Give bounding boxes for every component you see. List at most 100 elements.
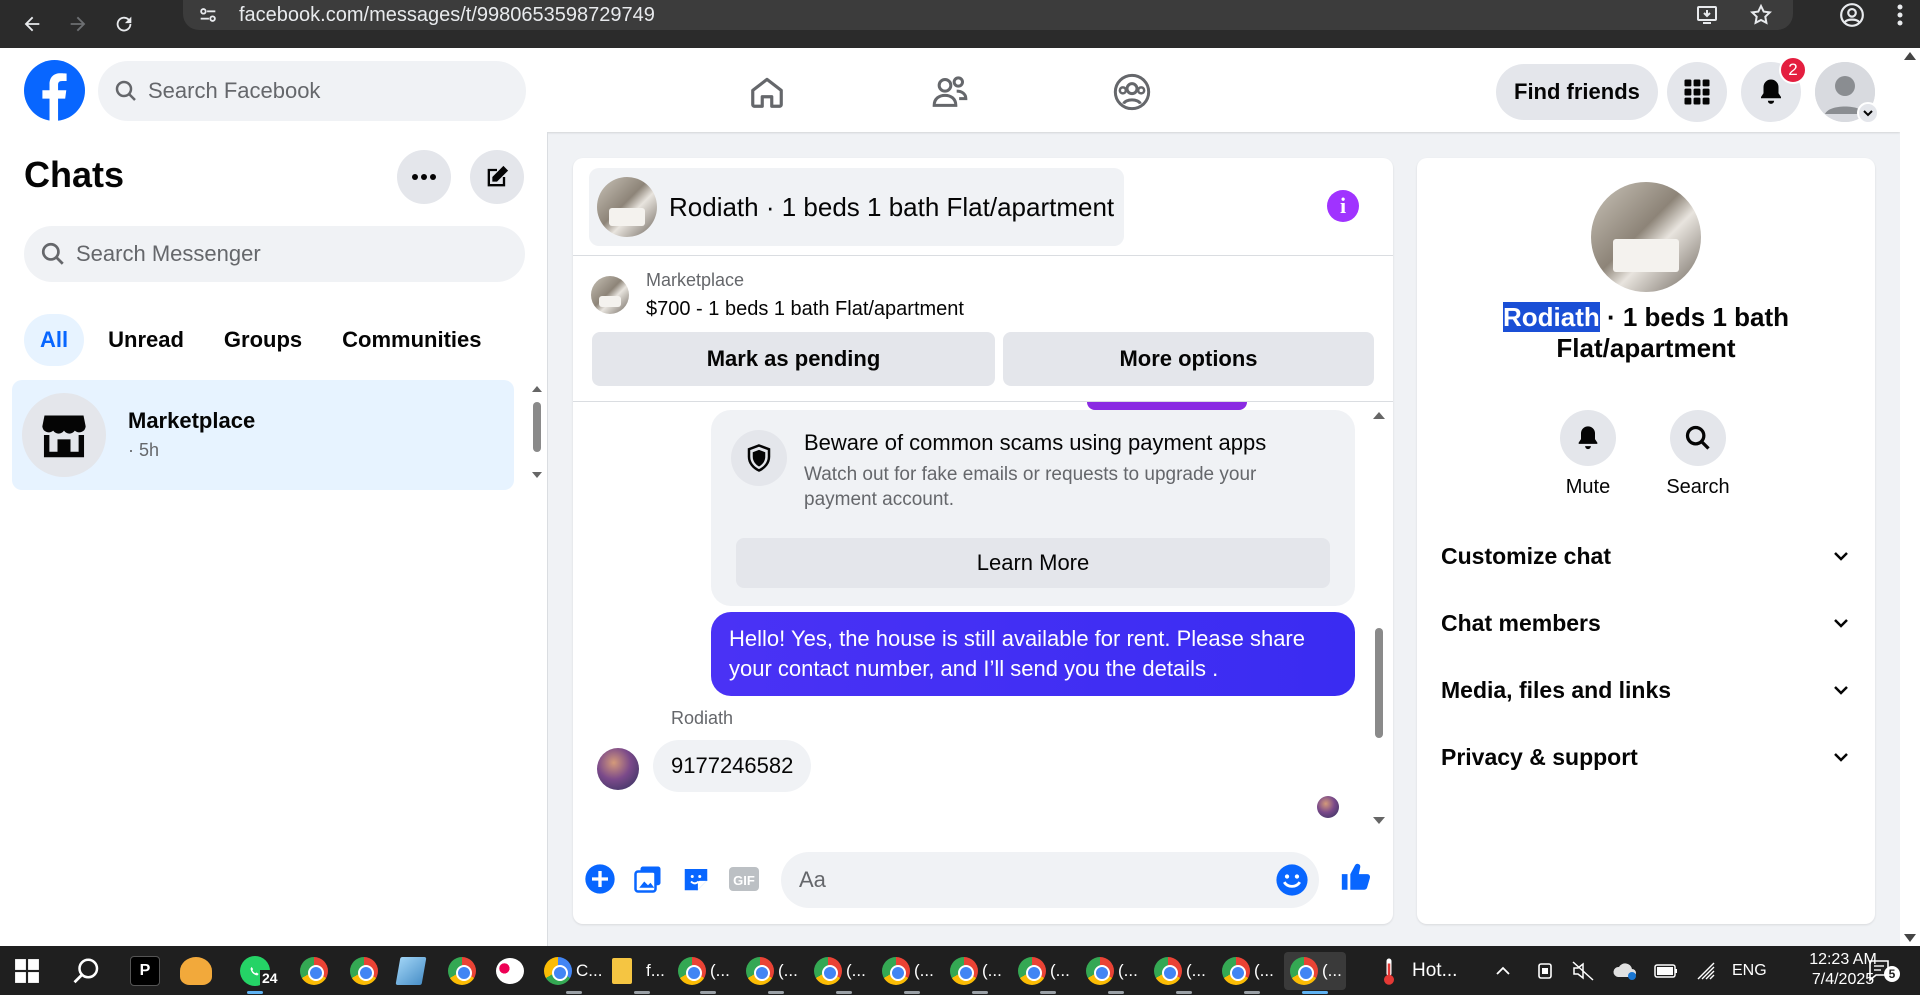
filter-unread[interactable]: Unread [92,314,200,366]
info-icon[interactable]: i [1327,190,1359,222]
site-settings-icon[interactable] [197,4,219,31]
search-icon [40,241,66,267]
notification-center-count: 5 [1884,966,1900,982]
tray-usb[interactable] [1536,952,1554,990]
messenger-search-input[interactable] [76,241,496,267]
new-message-button[interactable] [470,150,524,204]
url-text: facebook.com/messages/t/9980653598729749 [239,3,655,26]
section-media-files-links[interactable]: Media, files and links [1441,668,1851,712]
taskbar-app-chrome-profile[interactable] [300,952,328,990]
input-language[interactable]: ENG [1732,961,1767,981]
plus-circle-icon[interactable] [583,862,617,896]
menu-button[interactable] [1667,62,1727,122]
filter-all[interactable]: All [24,314,85,366]
thread-scrollbar[interactable] [1371,408,1387,828]
learn-more-button[interactable]: Learn More [736,538,1330,588]
chrome-icon [1222,957,1250,985]
filter-groups[interactable]: Groups [208,314,318,366]
taskbar-window-chrome-1[interactable]: C... [544,952,604,994]
gif-icon[interactable]: GIF [727,862,761,896]
search-label: Search [1666,476,1730,498]
taskbar-app-chrome[interactable] [350,952,378,990]
back-button[interactable] [12,8,52,40]
conversation-title-box[interactable]: Rodiath · 1 beds 1 bath Flat/apartment [589,168,1125,246]
taskbar-window-chrome-8[interactable]: (... [1086,952,1146,994]
sidebar-scrollbar[interactable] [530,382,544,482]
taskbar-window-chrome-10[interactable]: (... [1222,952,1282,994]
listing-price[interactable]: $700 - 1 beds 1 bath Flat/apartment [646,298,964,321]
message-input[interactable] [799,867,1239,893]
tray-mic-muted[interactable] [1572,952,1594,990]
taskbar-window-chrome-5[interactable]: (... [882,952,942,994]
tray-wifi[interactable] [1696,952,1718,990]
reload-button[interactable] [104,8,144,40]
more-options-button[interactable]: More options [1003,332,1374,386]
friends-icon [932,76,968,107]
photo-icon[interactable] [631,862,665,896]
tray-overflow[interactable] [1494,952,1512,990]
taskbar-app-notes[interactable] [395,952,427,990]
taskbar-window-chrome-7[interactable]: (... [1018,952,1078,994]
sender-avatar[interactable] [597,748,639,790]
section-chat-members[interactable]: Chat members [1441,601,1851,645]
filter-communities[interactable]: Communities [326,314,497,366]
chrome-icon [350,957,378,985]
taskbar-search-button[interactable] [72,952,102,990]
bookmark-star-icon[interactable] [1749,3,1773,32]
facebook-logo-icon[interactable] [24,60,85,121]
browser-actions [1824,0,1920,30]
conversation-info-panel: Rodiath · 1 beds 1 bath Flat/apartment M… [1417,158,1875,924]
taskbar-app-chrome-red[interactable] [448,952,476,990]
emoji-icon[interactable] [1275,863,1309,902]
window-label: f... [646,961,665,980]
more-horizontal-icon [412,174,436,180]
chat-options-button[interactable] [397,150,451,204]
tray-battery[interactable] [1654,952,1678,990]
message-input-box[interactable] [781,852,1319,908]
reload-icon [116,16,132,32]
kebab-menu-icon[interactable] [1880,4,1920,26]
taskbar-window-chrome-9[interactable]: (... [1154,952,1214,994]
taskbar-app-whatsapp[interactable]: 24 [240,952,280,994]
taskbar-app-terminal[interactable]: P [130,952,160,990]
notifications-button[interactable]: 2 [1741,56,1807,122]
thumbs-up-icon[interactable] [1339,860,1373,894]
address-bar[interactable]: facebook.com/messages/t/9980653598729749 [183,0,1793,30]
tray-onedrive[interactable] [1612,952,1638,990]
notification-center[interactable]: 5 [1868,952,1900,990]
page-scrollbar[interactable] [1900,48,1920,946]
groups-nav[interactable] [1104,64,1160,120]
forward-button[interactable] [58,8,98,40]
window-label: (... [982,961,1002,980]
taskbar-window-chrome-3[interactable]: (... [746,952,806,994]
taskbar-window-chrome-active[interactable]: (... [1284,952,1346,994]
facebook-search-input[interactable] [148,78,488,104]
taskbar-window-chrome-4[interactable]: (... [814,952,874,994]
section-customize-chat[interactable]: Customize chat [1441,534,1851,578]
taskbar-window-chrome-2[interactable]: (... [678,952,738,994]
account-button[interactable] [1815,62,1879,124]
taskbar-window-chrome-6[interactable]: (... [950,952,1010,994]
facebook-search[interactable] [98,61,526,121]
conversation-avatar-large [1591,182,1701,292]
sticker-icon[interactable] [679,862,713,896]
taskbar-app-helmet[interactable] [180,952,212,990]
profile-icon[interactable] [1824,2,1880,28]
section-privacy-support[interactable]: Privacy & support [1441,735,1851,779]
taskbar-window-files[interactable]: f... [612,952,672,994]
messenger-search[interactable] [24,226,525,282]
start-button[interactable] [14,952,40,990]
battery-icon [1654,964,1677,978]
install-app-icon[interactable] [1695,3,1719,32]
mark-pending-button[interactable]: Mark as pending [592,332,995,386]
search-action[interactable]: Search [1643,410,1753,499]
incoming-message[interactable]: 9177246582 [653,740,812,792]
mute-action[interactable]: Mute [1533,410,1643,499]
friends-nav[interactable] [922,64,978,120]
outgoing-message[interactable]: Hello! Yes, the house is still available… [711,612,1355,696]
home-nav[interactable] [739,64,795,120]
chat-item-marketplace[interactable]: Marketplace · 5h [12,380,514,490]
taskbar-app-paint[interactable] [496,952,524,990]
taskbar-weather[interactable]: Hot... [1378,952,1457,990]
find-friends-button[interactable]: Find friends [1496,64,1658,120]
